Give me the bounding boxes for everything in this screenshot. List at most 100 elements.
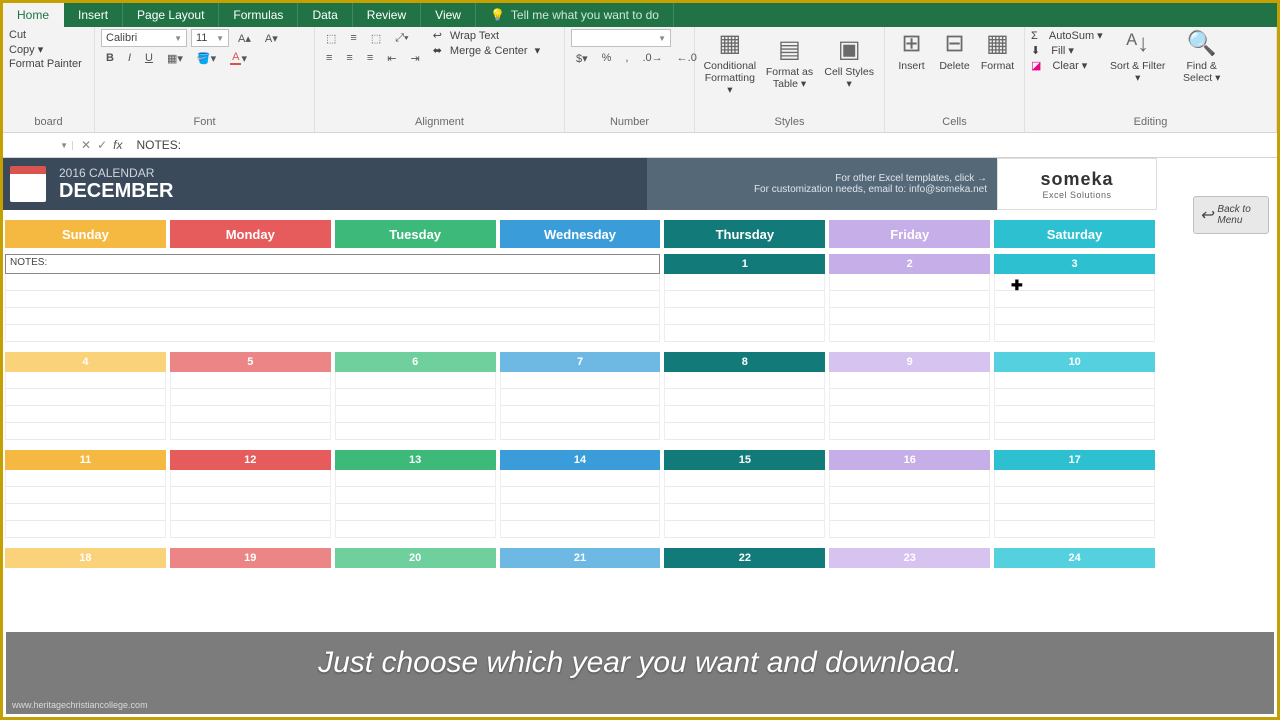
copy-button[interactable]: Copy ▾ <box>9 43 88 56</box>
group-editing: Editing <box>1031 114 1270 130</box>
insert-cells-button[interactable]: ⊞Insert <box>891 29 932 72</box>
date-7[interactable]: 7 <box>500 352 661 372</box>
group-number: Number <box>571 114 688 130</box>
fill-button[interactable]: ⬇ Fill ▾ <box>1031 44 1103 57</box>
delete-icon: ⊟ <box>944 29 964 58</box>
notes-area[interactable] <box>5 274 660 342</box>
italic-button[interactable]: I <box>123 49 136 67</box>
lightbulb-icon: 💡 <box>490 8 505 22</box>
bold-button[interactable]: B <box>101 49 119 67</box>
autosum-button[interactable]: Σ AutoSum ▾ <box>1031 29 1103 42</box>
wrap-text-button[interactable]: ↩Wrap Text <box>433 29 540 42</box>
date-12[interactable]: 12 <box>170 450 331 470</box>
border-button[interactable]: ▦▾ <box>162 49 188 67</box>
increase-decimal-icon[interactable]: .0→ <box>637 49 667 67</box>
align-bottom-icon[interactable]: ⬚ <box>366 29 386 47</box>
calendar-row: 4 5 6 7 8 9 10 <box>5 352 1155 440</box>
date-14[interactable]: 14 <box>500 450 661 470</box>
day-sunday: Sunday <box>5 220 166 248</box>
tab-review[interactable]: Review <box>353 3 421 27</box>
month-label: DECEMBER <box>59 180 647 203</box>
fill-icon: ⬇ <box>1031 44 1040 57</box>
worksheet[interactable]: 2016 CALENDAR DECEMBER For other Excel t… <box>3 158 1277 568</box>
date-1[interactable]: 1 <box>664 254 825 274</box>
notes-cell[interactable]: NOTES: <box>5 254 660 274</box>
sort-filter-button[interactable]: ᴬ↓Sort & Filter ▾ <box>1109 29 1167 84</box>
cancel-formula-icon[interactable]: ✕ <box>81 138 91 152</box>
fill-color-button[interactable]: 🪣▾ <box>192 49 221 67</box>
align-middle-icon[interactable]: ≡ <box>345 29 361 47</box>
date-16[interactable]: 16 <box>829 450 990 470</box>
date-19[interactable]: 19 <box>170 548 331 568</box>
group-cells: Cells <box>891 114 1018 130</box>
date-11[interactable]: 11 <box>5 450 166 470</box>
date-20[interactable]: 20 <box>335 548 496 568</box>
tab-view[interactable]: View <box>421 3 476 27</box>
date-24[interactable]: 24 <box>994 548 1155 568</box>
someka-logo[interactable]: someka Excel Solutions <box>997 158 1157 210</box>
format-painter-button[interactable]: Format Painter <box>9 58 88 70</box>
align-center-icon[interactable]: ≡ <box>341 49 357 67</box>
confirm-formula-icon[interactable]: ✓ <box>97 138 107 152</box>
group-font: Font <box>101 114 308 130</box>
date-22[interactable]: 22 <box>664 548 825 568</box>
ribbon: Cut Copy ▾ Format Painter board Calibri▼… <box>3 27 1277 133</box>
tab-insert[interactable]: Insert <box>64 3 123 27</box>
date-5[interactable]: 5 <box>170 352 331 372</box>
font-name-select[interactable]: Calibri▼ <box>101 29 187 47</box>
date-21[interactable]: 21 <box>500 548 661 568</box>
tab-page-layout[interactable]: Page Layout <box>123 3 219 27</box>
underline-button[interactable]: U <box>140 49 158 67</box>
find-select-button[interactable]: 🔍Find & Select ▾ <box>1173 29 1231 84</box>
clear-button[interactable]: ◪ Clear ▾ <box>1031 59 1103 72</box>
currency-icon[interactable]: $▾ <box>571 49 593 67</box>
cond-format-icon: ▦ <box>718 29 741 58</box>
tell-me[interactable]: 💡 Tell me what you want to do <box>476 3 674 27</box>
conditional-formatting-button[interactable]: ▦Conditional Formatting ▾ <box>701 29 759 96</box>
indent-increase-icon[interactable]: ⇥ <box>405 49 424 67</box>
back-to-menu-button[interactable]: ↩ Back to Menu <box>1193 196 1269 234</box>
date-18[interactable]: 18 <box>5 548 166 568</box>
date-2[interactable]: 2 <box>829 254 990 274</box>
cut-button[interactable]: Cut <box>9 29 88 41</box>
date-15[interactable]: 15 <box>664 450 825 470</box>
date-4[interactable]: 4 <box>5 352 166 372</box>
format-icon: ▦ <box>986 29 1009 58</box>
orientation-icon[interactable]: ⤢▾ <box>390 29 413 47</box>
date-9[interactable]: 9 <box>829 352 990 372</box>
format-cells-button[interactable]: ▦Format <box>977 29 1018 72</box>
table-icon: ▤ <box>778 35 801 64</box>
day-tuesday: Tuesday <box>335 220 496 248</box>
date-6[interactable]: 6 <box>335 352 496 372</box>
header-info: For other Excel templates, click → For c… <box>647 158 997 210</box>
date-23[interactable]: 23 <box>829 548 990 568</box>
decrease-font-icon[interactable]: A▾ <box>260 29 283 47</box>
increase-font-icon[interactable]: A▴ <box>233 29 256 47</box>
tab-home[interactable]: Home <box>3 3 64 27</box>
fx-icon[interactable]: fx <box>113 138 122 152</box>
name-box[interactable]: ▼ <box>3 141 73 150</box>
font-size-select[interactable]: 11▼ <box>191 29 229 47</box>
align-top-icon[interactable]: ⬚ <box>321 29 341 47</box>
date-8[interactable]: 8 <box>664 352 825 372</box>
date-13[interactable]: 13 <box>335 450 496 470</box>
font-color-button[interactable]: A▾ <box>225 49 252 67</box>
date-17[interactable]: 17 <box>994 450 1155 470</box>
tab-formulas[interactable]: Formulas <box>219 3 298 27</box>
merge-center-button[interactable]: ⬌Merge & Center ▾ <box>433 44 540 57</box>
indent-decrease-icon[interactable]: ⇤ <box>382 49 401 67</box>
tab-data[interactable]: Data <box>298 3 352 27</box>
date-3[interactable]: 3 <box>994 254 1155 274</box>
percent-icon[interactable]: % <box>597 49 617 67</box>
cell-styles-icon: ▣ <box>838 35 861 64</box>
delete-cells-button[interactable]: ⊟Delete <box>934 29 975 72</box>
align-left-icon[interactable]: ≡ <box>321 49 337 67</box>
comma-icon[interactable]: , <box>620 49 633 67</box>
number-format-select[interactable]: ▼ <box>571 29 671 47</box>
sort-icon: ᴬ↓ <box>1126 30 1149 58</box>
date-10[interactable]: 10 <box>994 352 1155 372</box>
cell-styles-button[interactable]: ▣Cell Styles ▾ <box>820 29 878 96</box>
format-as-table-button[interactable]: ▤Format as Table ▾ <box>761 29 819 96</box>
align-right-icon[interactable]: ≡ <box>362 49 378 67</box>
formula-input[interactable]: NOTES: <box>130 138 1277 152</box>
